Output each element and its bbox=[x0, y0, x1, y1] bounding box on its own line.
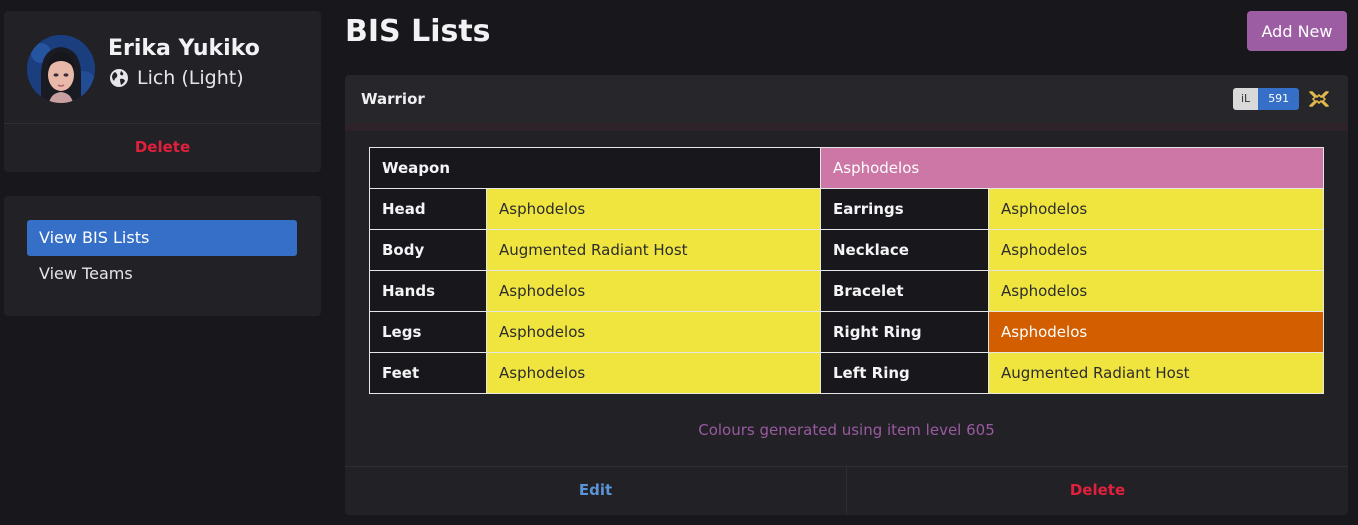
item-feet: Asphodelos bbox=[486, 352, 821, 394]
table-row: Feet Asphodelos Left Ring Augmented Radi… bbox=[369, 352, 1325, 394]
item-weapon: Asphodelos bbox=[819, 147, 1325, 189]
item-head: Asphodelos bbox=[486, 188, 821, 230]
item-hands: Asphodelos bbox=[486, 270, 821, 312]
item-level-label: iL bbox=[1233, 88, 1259, 110]
slot-right-ring: Right Ring bbox=[820, 311, 989, 353]
server-name: Lich (Light) bbox=[137, 67, 244, 89]
item-necklace: Asphodelos bbox=[987, 229, 1325, 271]
item-level-badge: iL 591 bbox=[1233, 88, 1300, 110]
character-avatar bbox=[27, 35, 95, 103]
slot-bracelet: Bracelet bbox=[820, 270, 989, 312]
slot-head: Head bbox=[369, 188, 487, 230]
item-level-value: 591 bbox=[1258, 88, 1300, 110]
warrior-job-icon bbox=[1308, 89, 1330, 109]
server-row: Lich (Light) bbox=[109, 67, 244, 89]
edit-button[interactable]: Edit bbox=[345, 481, 846, 499]
nav-menu: View BIS Lists View Teams bbox=[4, 196, 321, 316]
item-left-ring: Augmented Radiant Host bbox=[987, 352, 1325, 394]
item-earrings: Asphodelos bbox=[987, 188, 1325, 230]
globe-icon bbox=[109, 68, 129, 88]
divider bbox=[4, 123, 321, 124]
colour-footnote: Colours generated using item level 605 bbox=[698, 421, 995, 439]
slot-weapon: Weapon bbox=[369, 147, 821, 189]
delete-character-button[interactable]: Delete bbox=[4, 138, 321, 156]
slot-left-ring: Left Ring bbox=[820, 352, 989, 394]
slot-body: Body bbox=[369, 229, 487, 271]
card-header-border bbox=[345, 123, 1348, 131]
table-row: Legs Asphodelos Right Ring Asphodelos bbox=[369, 311, 1325, 353]
character-name: Erika Yukiko bbox=[108, 36, 260, 61]
slot-earrings: Earrings bbox=[820, 188, 989, 230]
slot-legs: Legs bbox=[369, 311, 487, 353]
bis-list-card: Warrior iL 591 Weapon Asphodelos Head As… bbox=[345, 75, 1348, 515]
job-name: Warrior bbox=[361, 90, 425, 108]
item-right-ring: Asphodelos bbox=[987, 311, 1325, 353]
card-header: Warrior iL 591 bbox=[345, 75, 1348, 123]
delete-list-button[interactable]: Delete bbox=[847, 481, 1348, 499]
nav-item-view-bis-lists[interactable]: View BIS Lists bbox=[27, 220, 297, 256]
add-new-button[interactable]: Add New bbox=[1247, 11, 1347, 51]
character-card: Erika Yukiko Lich (Light) Delete bbox=[4, 11, 321, 172]
slot-feet: Feet bbox=[369, 352, 487, 394]
slot-hands: Hands bbox=[369, 270, 487, 312]
page-title: BIS Lists bbox=[345, 14, 491, 49]
table-row: Hands Asphodelos Bracelet Asphodelos bbox=[369, 270, 1325, 312]
gear-table: Weapon Asphodelos Head Asphodelos Earrin… bbox=[369, 147, 1325, 394]
table-row-weapon: Weapon Asphodelos bbox=[369, 147, 1325, 189]
table-row: Head Asphodelos Earrings Asphodelos bbox=[369, 188, 1325, 230]
item-bracelet: Asphodelos bbox=[987, 270, 1325, 312]
table-row: Body Augmented Radiant Host Necklace Asp… bbox=[369, 229, 1325, 271]
slot-necklace: Necklace bbox=[820, 229, 989, 271]
nav-item-view-teams[interactable]: View Teams bbox=[27, 256, 297, 292]
item-body: Augmented Radiant Host bbox=[486, 229, 821, 271]
item-legs: Asphodelos bbox=[486, 311, 821, 353]
